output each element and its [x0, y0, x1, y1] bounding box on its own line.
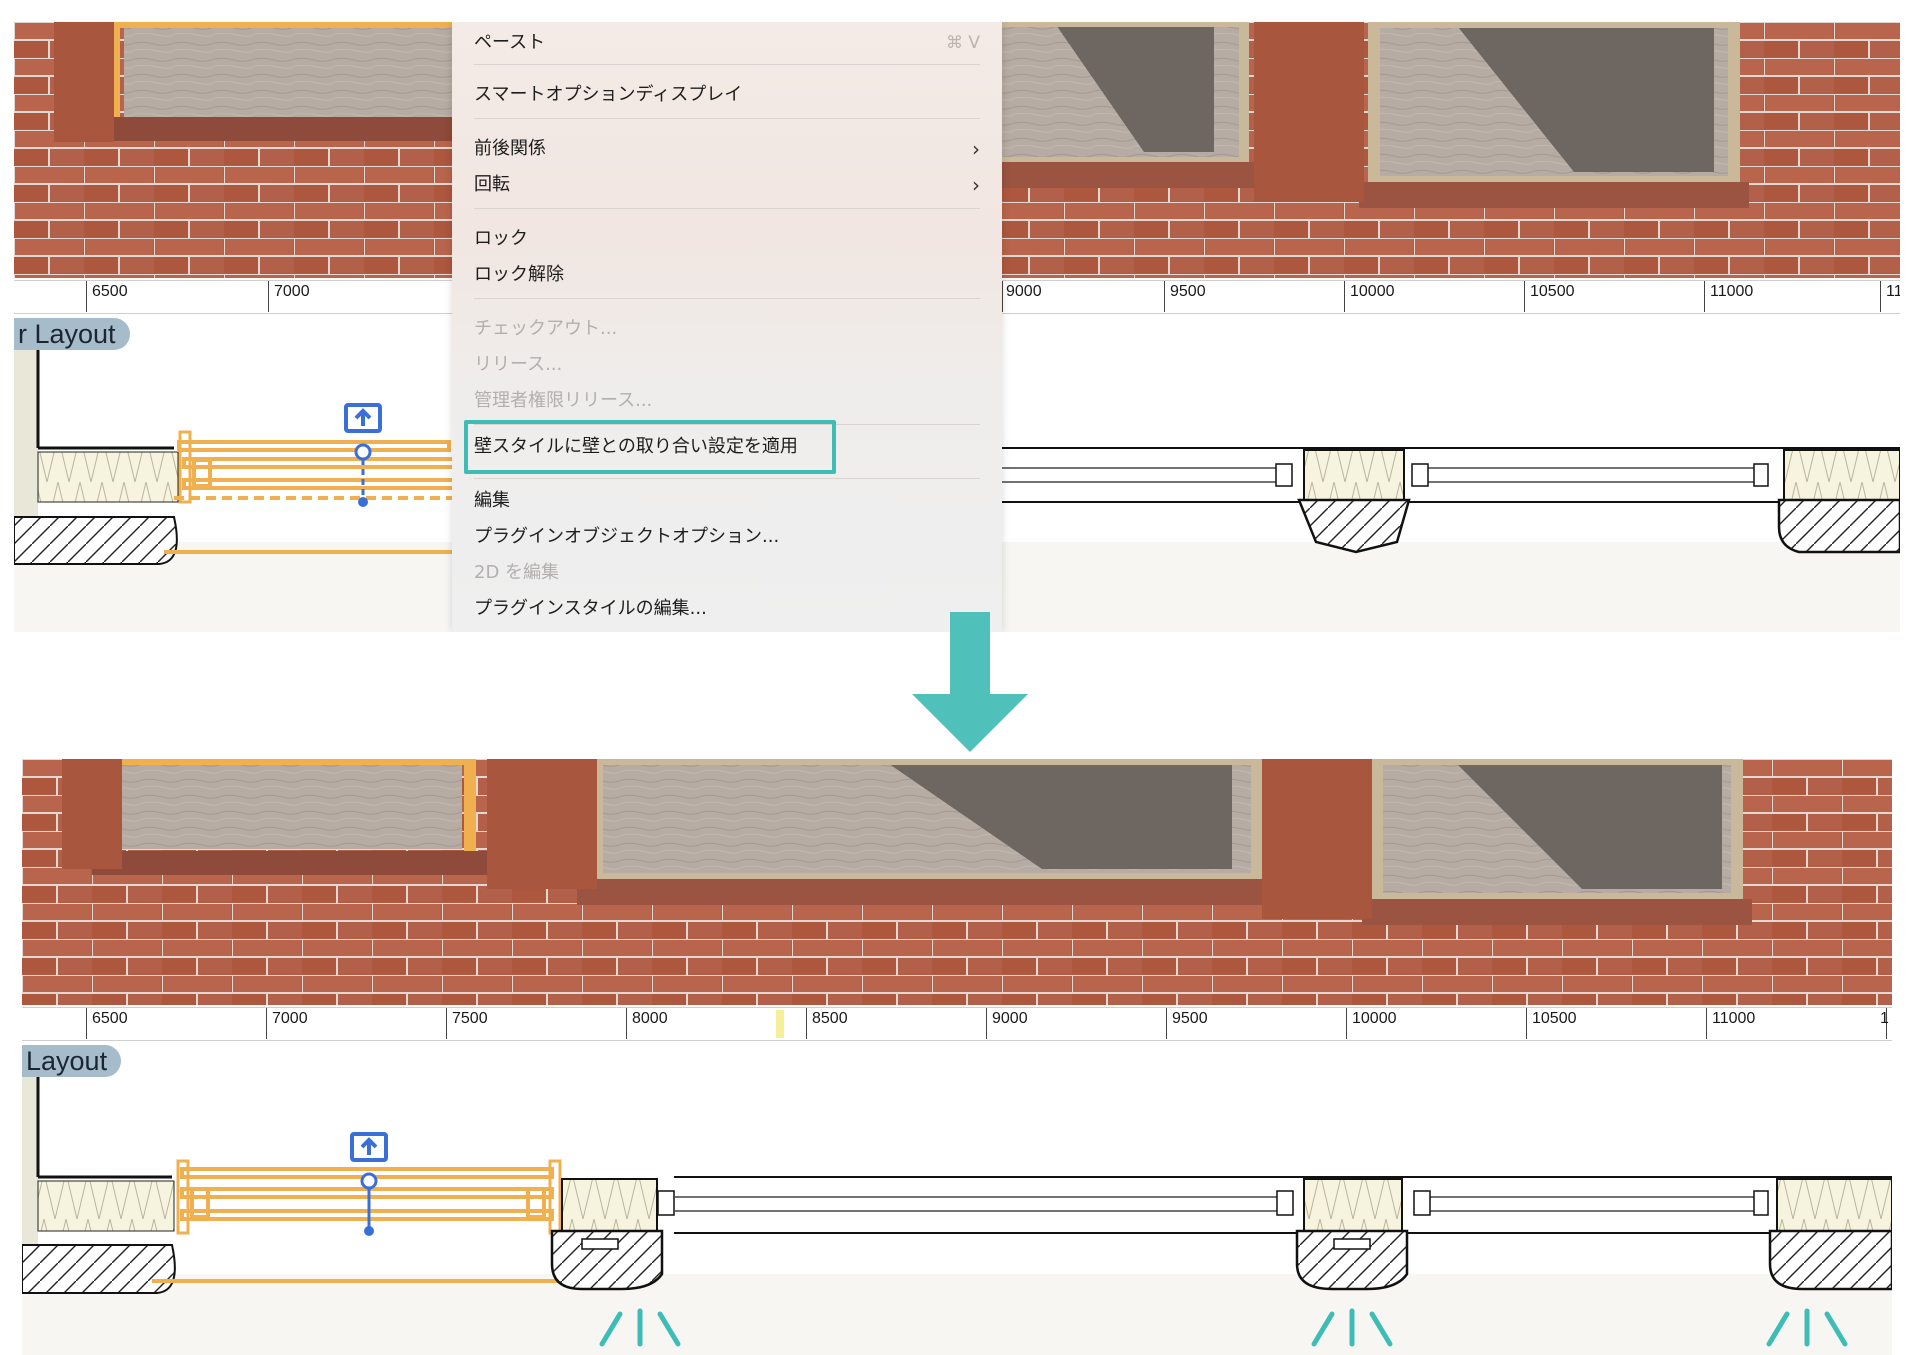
layer-tag[interactable]: Layout: [22, 1045, 122, 1077]
ruler-label: 10500: [1532, 1010, 1577, 1027]
menu-item-rotate[interactable]: 回転 ›: [474, 170, 980, 200]
menu-item-edit-plugin-style[interactable]: プラグインスタイルの編集...: [474, 594, 980, 624]
ruler-label: 8000: [632, 1010, 668, 1027]
menu-item-label: プラグインオブジェクトオプション...: [474, 526, 780, 547]
menu-item-label: 編集: [474, 490, 510, 511]
menu-item-edit[interactable]: 編集: [474, 486, 980, 516]
menu-item-label: 壁スタイルに壁との取り合い設定を適用: [474, 436, 798, 457]
ruler-label: 11000: [1710, 283, 1754, 300]
chevron-right-icon: ›: [972, 173, 980, 197]
menu-item-checkout: チェックアウト...: [474, 314, 980, 344]
menu-item-edit-2d: 2D を編集: [474, 558, 980, 588]
menu-item-smart-options[interactable]: スマートオプションディスプレイ: [474, 80, 980, 110]
ruler-label: 6500: [92, 1010, 128, 1027]
menu-item-unlock[interactable]: ロック解除: [474, 260, 980, 290]
menu-separator: [474, 64, 980, 65]
ruler-label: 7500: [452, 1010, 488, 1027]
cursor-marker: [776, 1010, 784, 1038]
ruler-label: 9000: [1006, 283, 1042, 300]
menu-item-label: スマートオプションディスプレイ: [474, 84, 743, 105]
shortcut-label: ⌘ V: [945, 33, 980, 53]
menu-item-lock[interactable]: ロック: [474, 224, 980, 254]
menu-item-label: ロック解除: [474, 264, 564, 285]
menu-separator: [474, 118, 980, 119]
ruler-label: 11000: [1712, 1010, 1756, 1027]
horizontal-ruler[interactable]: 6500 7000 7500 8000 8500 9000 9500 10000…: [22, 1007, 1892, 1041]
menu-item-label: プラグインスタイルの編集...: [474, 598, 707, 619]
layer-tag[interactable]: r Layout: [14, 318, 130, 350]
ruler-label: 9500: [1172, 1010, 1208, 1027]
down-arrow-icon: [912, 612, 1028, 752]
before-screenshot-panel: 6500 7000 9000 9500 10000 10500 11000 11…: [14, 22, 1900, 632]
ruler-label: 10500: [1530, 283, 1575, 300]
menu-item-label: ペースト: [474, 32, 546, 53]
menu-item-stacking-order[interactable]: 前後関係 ›: [474, 134, 980, 164]
menu-item-label: 管理者権限リリース...: [474, 390, 653, 411]
menu-item-paste[interactable]: ペースト ⌘ V: [474, 28, 980, 58]
menu-separator: [474, 478, 980, 479]
menu-item-admin-release: 管理者権限リリース...: [474, 386, 980, 416]
menu-separator: [474, 208, 980, 209]
ruler-label: 9000: [992, 1010, 1028, 1027]
after-3d-view: [22, 759, 1892, 1355]
menu-item-label: 前後関係: [474, 138, 546, 159]
menu-item-label: 2D を編集: [474, 562, 560, 583]
ruler-label: 9500: [1170, 283, 1206, 300]
after-screenshot-panel: 6500 7000 7500 8000 8500 9000 9500 10000…: [22, 759, 1892, 1355]
chevron-right-icon: ›: [972, 137, 980, 161]
ruler-label: 8500: [812, 1010, 848, 1027]
menu-item-plugin-options[interactable]: プラグインオブジェクトオプション...: [474, 522, 980, 552]
ruler-label: 10000: [1352, 1010, 1397, 1027]
menu-item-release: リリース...: [474, 350, 980, 380]
ruler-label: 10000: [1350, 283, 1395, 300]
ruler-label: 7000: [274, 283, 310, 300]
menu-item-label: ロック: [474, 228, 528, 249]
menu-item-apply-wall-join[interactable]: 壁スタイルに壁との取り合い設定を適用: [474, 432, 980, 462]
menu-item-label: 回転: [474, 174, 510, 195]
ruler-label: 6500: [92, 283, 128, 300]
ruler-label: 1: [1880, 1010, 1889, 1027]
menu-item-label: チェックアウト...: [474, 318, 618, 339]
ruler-label: 11: [1886, 283, 1900, 300]
menu-item-label: リリース...: [474, 354, 563, 375]
menu-separator: [474, 298, 980, 299]
context-menu: ペースト ⌘ V スマートオプションディスプレイ 前後関係 › 回転 › ロック…: [452, 22, 1002, 632]
ruler-label: 7000: [272, 1010, 308, 1027]
